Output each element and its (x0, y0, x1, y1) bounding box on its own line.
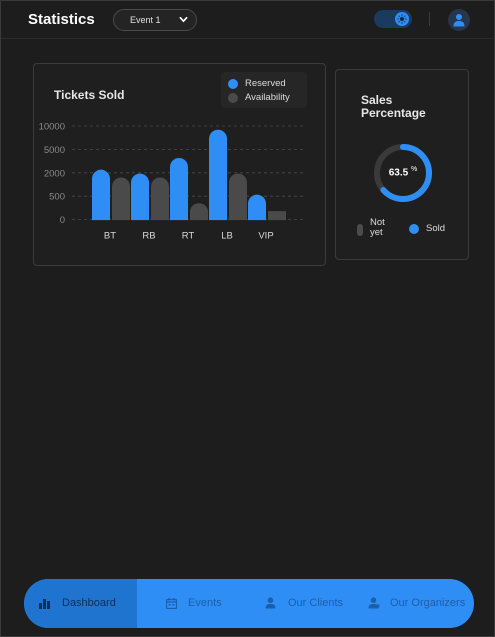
page-title: Statistics (28, 11, 95, 28)
user-avatar-button[interactable] (448, 9, 470, 31)
calendar-icon (166, 598, 177, 609)
bar-reserved-lb[interactable] (209, 129, 227, 221)
chevron-down-icon (179, 16, 188, 23)
tickets-bar-chart: 0 500 2000 5000 10000 BT RB RT LB VIP (39, 122, 306, 242)
nav-label-events: Events (188, 597, 222, 609)
theme-toggle-knob (395, 12, 409, 26)
legend-dot-availability (228, 93, 238, 103)
organizer-icon (368, 597, 380, 609)
x-tick-label: VIP (258, 231, 273, 242)
sales-percent-value: 63.5 % (372, 166, 434, 178)
nav-label-dashboard: Dashboard (62, 597, 116, 609)
bar-base-reserved-rb (131, 210, 149, 221)
event-select-value: Event 1 (130, 15, 161, 25)
event-select[interactable]: Event 1 (113, 9, 197, 31)
theme-toggle[interactable] (374, 10, 412, 28)
x-tick-label: LB (221, 231, 233, 242)
sales-title-line2: Percentage (361, 106, 426, 120)
y-tick-label: 0 (60, 215, 65, 226)
legend-label-not-yet-line2: yet (370, 227, 383, 238)
tickets-sold-title: Tickets Sold (54, 88, 125, 102)
legend-dot-not-yet (357, 224, 363, 236)
x-tick-label: BT (104, 231, 116, 242)
user-icon (453, 14, 465, 27)
nav-item-events[interactable]: Events (137, 579, 237, 628)
bar-base-availability-rt (190, 210, 208, 221)
nav-item-dashboard[interactable]: Dashboard (24, 579, 137, 628)
legend-dot-reserved (228, 79, 238, 89)
chart-legend: Reserved Availability (221, 72, 307, 108)
legend-dot-sold (409, 224, 419, 234)
nav-item-clients[interactable]: Our Clients (237, 579, 352, 628)
sales-percent-sign: % (411, 166, 418, 173)
sales-percentage-card: Sales Percentage 63.5 % Not yet Sold (335, 69, 469, 260)
nav-item-organizers[interactable]: Our Organizers (352, 579, 474, 628)
x-tick-label: RT (182, 231, 195, 242)
sales-percent-number: 63.5 (388, 167, 409, 179)
legend-label-reserved: Reserved (245, 78, 286, 89)
bar-base-reserved-vip (248, 210, 266, 221)
bar-base-availability-bt (112, 210, 130, 221)
legend-label-not-yet: Not yet (370, 218, 400, 238)
y-tick-label: 500 (49, 192, 65, 203)
bar-base-availability-lb (229, 210, 247, 221)
bar-base-reserved-rt (170, 210, 188, 221)
app-frame: Statistics Event 1 Tickets Sold Reserved… (0, 0, 495, 637)
bar-base-availability-rb (151, 210, 169, 221)
header-divider (429, 12, 430, 26)
y-tick-label: 10000 (39, 122, 65, 133)
y-tick-label: 2000 (44, 168, 65, 179)
bar-base-reserved-bt (92, 210, 110, 221)
nav-label-clients: Our Clients (288, 597, 344, 609)
tickets-sold-card: Tickets Sold Reserved Availability 0 500 2… (33, 63, 326, 266)
bar-chart-icon (39, 599, 50, 609)
user-icon (265, 597, 276, 609)
x-tick-label: RB (142, 231, 155, 242)
legend-label-sold: Sold (426, 223, 446, 234)
legend-label-availability: Availability (245, 92, 290, 103)
bottom-navigation: Dashboard Events Our Clients Our Organiz… (24, 579, 474, 628)
nav-label-organizers: Our Organizers (390, 597, 466, 609)
bar-base-availability-vip (268, 211, 286, 221)
sun-icon (397, 14, 407, 24)
y-tick-label: 5000 (44, 145, 65, 156)
bar-base-reserved-lb (209, 210, 227, 221)
sales-percentage-title: Sales Percentage (361, 94, 451, 120)
top-header: Statistics Event 1 (1, 1, 494, 39)
